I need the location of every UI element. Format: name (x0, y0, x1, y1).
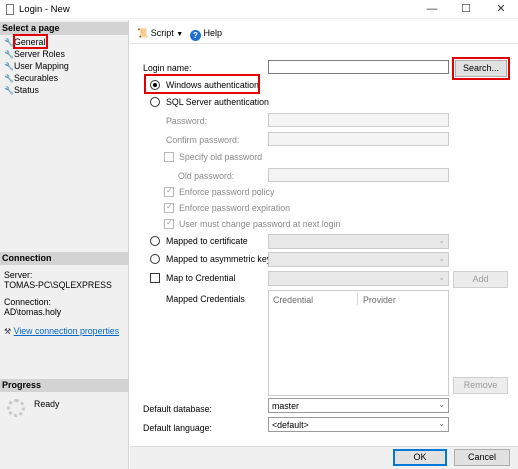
checkmark-icon: ✓ (166, 202, 173, 211)
password-input[interactable] (268, 113, 449, 127)
page-item-user-mapping[interactable]: 🔧User Mapping (4, 60, 69, 72)
page-item-label: User Mapping (14, 61, 69, 71)
default-language-label: Default language: (143, 423, 212, 433)
mapped-asym-radio[interactable] (150, 254, 160, 264)
enforce-expiration-label: Enforce password expiration (179, 203, 290, 213)
checkmark-icon: ✓ (166, 186, 173, 195)
progress-header: Progress (0, 379, 129, 392)
confirm-password-input[interactable] (268, 132, 449, 146)
mapped-credentials-grid[interactable]: Credential Provider (268, 290, 449, 396)
chevron-down-icon: ⌄ (438, 236, 445, 245)
sql-auth-label[interactable]: SQL Server authentication (166, 97, 269, 107)
help-button[interactable]: ? Help (190, 28, 222, 41)
cancel-button[interactable]: Cancel (454, 449, 510, 466)
connection-value: AD\tomas.holy (4, 307, 62, 317)
add-button[interactable]: Add (453, 271, 508, 288)
script-icon: 📜 (137, 28, 149, 38)
page-item-securables[interactable]: 🔧Securables (4, 72, 58, 84)
default-language-select[interactable]: <default> ⌄ (268, 417, 449, 432)
enforce-policy-label: Enforce password policy (179, 187, 275, 197)
wrench-icon: 🔧 (4, 86, 14, 95)
ok-button[interactable]: OK (393, 449, 447, 466)
page-item-status[interactable]: 🔧Status (4, 84, 39, 96)
checkmark-icon: ✓ (166, 218, 173, 227)
enforce-policy-checkbox[interactable]: ✓ (164, 186, 174, 197)
default-language-value: <default> (272, 420, 309, 430)
credential-column-header[interactable]: Credential (273, 295, 313, 305)
chevron-down-icon: ⌄ (438, 254, 445, 263)
connection-label: Connection: (4, 297, 51, 307)
sql-auth-radio[interactable] (150, 97, 160, 107)
chevron-down-icon: ⌄ (438, 273, 445, 282)
progress-status: Ready (34, 399, 60, 409)
maximize-button[interactable]: ☐ (449, 0, 483, 19)
chevron-down-icon: ⌄ (438, 419, 445, 428)
old-password-label: Old password: (178, 171, 235, 181)
help-icon: ? (190, 30, 201, 41)
must-change-checkbox[interactable]: ✓ (164, 218, 174, 229)
script-label: Script (150, 28, 174, 38)
certificate-select[interactable]: ⌄ (268, 234, 449, 249)
windows-auth-highlight-box (144, 74, 260, 94)
login-name-label: Login name: (143, 63, 192, 73)
chevron-down-icon: ⌄ (438, 400, 445, 409)
server-label: Server: (4, 270, 33, 280)
mapped-asym-label[interactable]: Mapped to asymmetric key (166, 254, 271, 264)
chevron-down-icon[interactable]: ▼ (176, 31, 183, 38)
provider-column-header[interactable]: Provider (363, 295, 396, 305)
script-button[interactable]: 📜 Script ▼ (137, 28, 183, 39)
default-database-value: master (272, 401, 299, 411)
properties-icon: ⚒ (4, 327, 12, 336)
search-highlight-box (452, 57, 510, 80)
specify-old-password-checkbox[interactable] (164, 152, 174, 162)
window-title: Login - New (19, 4, 70, 15)
map-credential-checkbox[interactable] (150, 273, 160, 283)
password-label: Password: (166, 116, 208, 126)
enforce-expiration-checkbox[interactable]: ✓ (164, 202, 174, 213)
specify-old-password-label: Specify old password (179, 152, 263, 162)
map-credential-label[interactable]: Map to Credential (166, 273, 235, 283)
page-item-label: Server Roles (14, 49, 65, 59)
asymmetric-key-select[interactable]: ⌄ (268, 252, 449, 267)
toolbar (130, 20, 518, 44)
must-change-label: User must change password at next login (179, 219, 341, 229)
default-database-select[interactable]: master ⌄ (268, 398, 449, 413)
page-item-server-roles[interactable]: 🔧Server Roles (4, 48, 65, 60)
view-connection-properties[interactable]: ⚒ View connection properties (4, 326, 119, 337)
page-item-label: Status (14, 85, 39, 95)
server-value: TOMAS-PC\SQLEXPRESS (4, 280, 112, 290)
general-highlight-box (13, 34, 48, 49)
connection-header: Connection (0, 252, 129, 265)
mapped-cert-label[interactable]: Mapped to certificate (166, 236, 248, 246)
title-bar: Login - New — ☐ ✕ (0, 0, 518, 19)
default-database-label: Default database: (143, 404, 212, 414)
confirm-password-label: Confirm password: (166, 135, 240, 145)
minimize-button[interactable]: — (415, 0, 449, 19)
app-icon (6, 4, 14, 15)
old-password-input[interactable] (268, 168, 449, 182)
column-divider (357, 293, 358, 305)
page-item-label: Securables (14, 73, 59, 83)
mapped-credentials-label: Mapped Credentials (166, 294, 245, 304)
mapped-cert-radio[interactable] (150, 236, 160, 246)
view-connection-properties-link[interactable]: View connection properties (14, 326, 119, 336)
login-name-input[interactable] (268, 60, 449, 74)
help-label: Help (203, 28, 223, 38)
progress-spinner-icon (7, 399, 25, 417)
remove-button[interactable]: Remove (453, 377, 508, 394)
close-button[interactable]: ✕ (484, 0, 518, 19)
credential-select[interactable]: ⌄ (268, 271, 449, 286)
